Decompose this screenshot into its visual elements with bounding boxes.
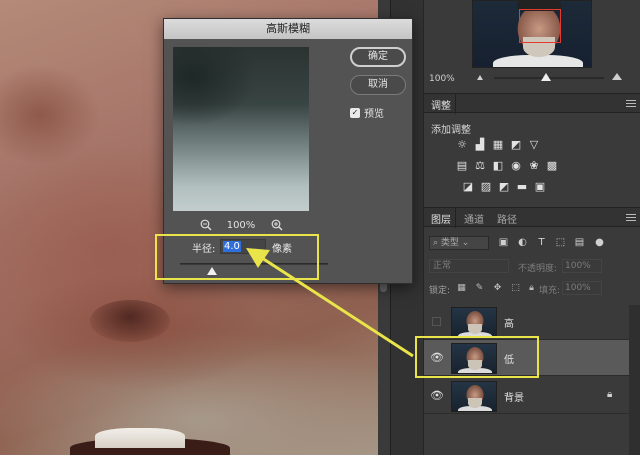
filter-type-icon[interactable]: T — [536, 237, 547, 248]
lock-all-icon[interactable]: 🔒︎ — [526, 283, 537, 294]
opacity-label: 不透明度: — [518, 264, 558, 274]
navigator-zoom-value[interactable]: 100% — [429, 74, 455, 84]
exposure-icon[interactable]: ◩ — [510, 139, 522, 151]
blend-mode-select[interactable]: 正常 — [429, 259, 509, 273]
tab-adjustments[interactable]: 调整 — [431, 97, 451, 112]
hue-saturation-icon[interactable]: ▤ — [456, 160, 468, 172]
threshold-icon[interactable]: ◩ — [498, 181, 510, 193]
navigator-thumbnail[interactable] — [472, 0, 592, 68]
lock-position-icon[interactable]: ✥ — [492, 283, 503, 294]
tab-separator — [455, 94, 456, 114]
zoom-in-icon[interactable] — [270, 219, 283, 232]
cancel-button[interactable]: 取消 — [350, 75, 406, 95]
zoom-out-icon[interactable] — [199, 219, 212, 232]
filter-toggle-icon[interactable]: ● — [594, 237, 605, 248]
tab-layers[interactable]: 图层 — [431, 211, 451, 226]
opacity-value: 100% — [565, 261, 591, 271]
fill-value: 100% — [565, 283, 591, 293]
visibility-toggle-off[interactable] — [432, 317, 441, 326]
layer-name[interactable]: 背景 — [504, 389, 524, 404]
navigator-view-box[interactable] — [519, 9, 561, 43]
panel-menu-icon[interactable] — [626, 214, 636, 221]
photo-nostril — [90, 300, 170, 342]
channel-mixer-icon[interactable]: ❀ — [528, 160, 540, 172]
tab-channels[interactable]: 通道 — [464, 211, 484, 226]
ok-button[interactable]: 确定 — [350, 47, 406, 67]
preview-checkbox[interactable]: ✓ 预览 — [350, 105, 384, 120]
layer-thumbnail — [451, 381, 497, 412]
radius-highlight-box — [155, 234, 319, 280]
filter-pixel-icon[interactable]: ▣ — [498, 237, 509, 248]
opacity-input[interactable]: 100% — [562, 259, 602, 273]
adjustments-panel-header: 调整 — [424, 93, 640, 114]
vibrance-icon[interactable]: ▽ — [528, 139, 540, 151]
selective-color-icon[interactable]: ▬ — [516, 181, 528, 193]
checkmark-icon[interactable]: ✓ — [350, 107, 360, 118]
adjustment-icons-row-2: ▤ ⚖ ◧ ◉ ❀ ▩ — [456, 160, 558, 172]
layers-scrollbar[interactable] — [629, 305, 640, 455]
layer-filter-select[interactable]: ⌕ 类型 ⌄ — [429, 236, 489, 250]
zoom-out-mountain-icon[interactable] — [477, 75, 483, 80]
layer-filter-label: 类型 — [440, 238, 459, 248]
fill-input[interactable]: 100% — [562, 281, 602, 295]
brightness-icon[interactable]: ☼ — [456, 139, 468, 151]
levels-icon[interactable]: ▟ — [474, 139, 486, 151]
gradient-map-icon[interactable]: ▣ — [534, 181, 546, 193]
panel-menu-icon[interactable] — [626, 100, 636, 107]
layer-row[interactable]: 👁︎ 背景 🔒︎ — [424, 378, 629, 414]
color-balance-icon[interactable]: ⚖ — [474, 160, 486, 172]
posterize-icon[interactable]: ▨ — [480, 181, 492, 193]
lock-image-icon[interactable]: ✎ — [474, 283, 485, 294]
lock-transparent-icon[interactable]: ▦ — [456, 283, 467, 294]
preview-zoom-controls: 100% — [173, 217, 309, 233]
navigator-zoom-thumb[interactable] — [541, 73, 551, 81]
fill-label: 填充: — [539, 286, 561, 296]
invert-icon[interactable]: ◪ — [462, 181, 474, 193]
adjustments-subtitle: 添加调整 — [431, 125, 471, 136]
color-lookup-icon[interactable]: ▩ — [546, 160, 558, 172]
blur-preview[interactable] — [173, 47, 309, 211]
dialog-title[interactable]: 高斯模糊 — [164, 19, 412, 39]
layer-thumbnail — [451, 307, 497, 338]
filter-shape-icon[interactable]: ⬚ — [555, 237, 566, 248]
lock-artboard-icon[interactable]: ⬚ — [510, 283, 521, 294]
tab-separator — [455, 208, 456, 228]
curves-icon[interactable]: ▦ — [492, 139, 504, 151]
layer-row[interactable]: 高 — [424, 304, 629, 340]
layer-highlight-box — [415, 336, 539, 378]
right-panels: 100% 调整 添加调整 ☼ ▟ ▦ ◩ ▽ ▤ ⚖ ◧ ◉ ❀ ▩ ◪ ▨ ◩… — [423, 0, 640, 455]
zoom-in-mountain-icon[interactable] — [612, 73, 622, 80]
tab-paths[interactable]: 路径 — [497, 211, 517, 226]
photo-teeth — [95, 428, 185, 448]
layer-name[interactable]: 高 — [504, 315, 514, 330]
filter-adjustment-icon[interactable]: ◐ — [517, 237, 528, 248]
photo-filter-icon[interactable]: ◉ — [510, 160, 522, 172]
adjustment-icons-row-3: ◪ ▨ ◩ ▬ ▣ — [462, 181, 546, 193]
preview-checkbox-label: 预览 — [364, 109, 384, 120]
layers-panel-header: 图层 通道 路径 — [424, 207, 640, 228]
filter-smart-object-icon[interactable]: ▤ — [574, 237, 585, 248]
adjustment-icons-row-1: ☼ ▟ ▦ ◩ ▽ — [456, 139, 540, 151]
lock-label: 锁定: — [429, 286, 451, 296]
preview-zoom-value: 100% — [226, 219, 256, 231]
lock-icon: 🔒︎ — [607, 389, 613, 400]
black-white-icon[interactable]: ◧ — [492, 160, 504, 172]
blend-mode-label: 正常 — [433, 261, 452, 271]
eye-icon[interactable]: 👁︎ — [430, 390, 444, 401]
